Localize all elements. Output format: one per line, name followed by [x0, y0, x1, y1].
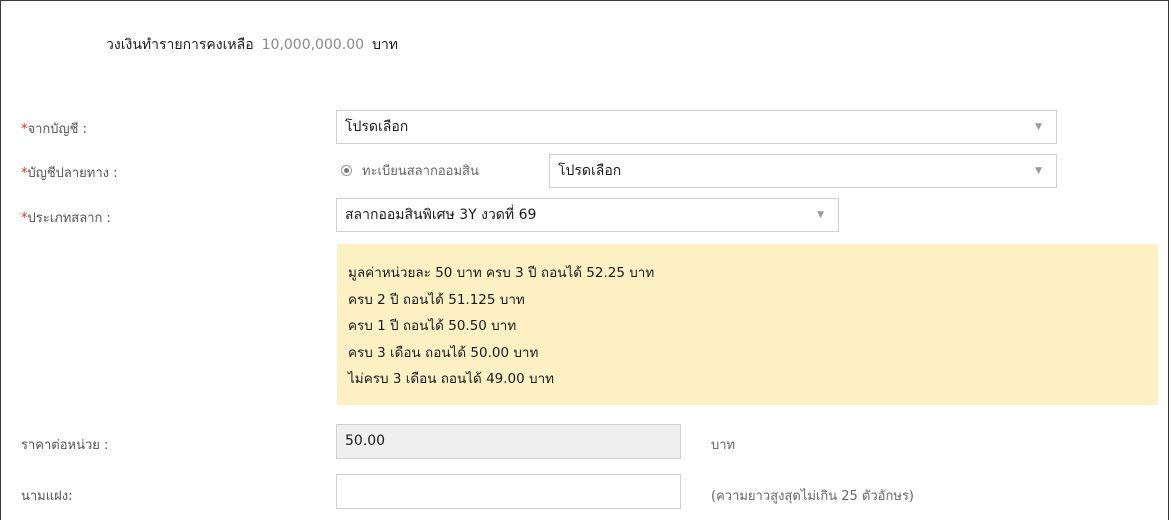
unit-price-value: 50.00: [345, 433, 386, 449]
dest-account-value: โปรดเลือก: [558, 163, 622, 179]
dest-account-label: *บัญชีปลายทาง :: [21, 162, 118, 183]
lottery-type-label-text: ประเภทสลาก :: [27, 211, 111, 226]
lottery-type-value: สลากออมสินพิเศษ 3Y งวดที่ 69: [345, 207, 537, 223]
remaining-limit-amount: 10,000,000.00: [261, 37, 365, 53]
caret-down-icon: ▼: [1035, 166, 1042, 176]
info-line: มูลค่าหน่วยละ 50 บาท ครบ 3 ปี ถอนได้ 52.…: [348, 265, 655, 281]
form-panel: วงเงินทำรายการคงเหลือ 10,000,000.00 บาท *จ…: [0, 0, 1169, 520]
unit-price-field: 50.00: [336, 424, 681, 459]
caret-down-icon: ▼: [817, 210, 824, 220]
from-account-value: โปรดเลือก: [345, 119, 409, 135]
dest-account-label-text: บัญชีปลายทาง :: [27, 166, 118, 181]
nickname-input[interactable]: [336, 474, 681, 509]
info-line: ไม่ครบ 3 เดือน ถอนได้ 49.00 บาท: [348, 371, 555, 387]
from-account-label-text: จากบัญชี :: [27, 122, 87, 137]
unit-price-label: ราคาต่อหน่วย :: [21, 438, 109, 453]
remaining-limit-label: วงเงินทำรายการคงเหลือ: [106, 37, 254, 53]
radio-selected-icon[interactable]: [341, 165, 352, 176]
remaining-limit-unit: บาท: [372, 37, 399, 53]
remaining-limit: วงเงินทำรายการคงเหลือ 10,000,000.00 บาท: [106, 34, 398, 56]
lottery-type-select[interactable]: สลากออมสินพิเศษ 3Y งวดที่ 69 ▼: [336, 198, 839, 232]
dest-radio-label: ทะเบียนสลากออมสิน: [362, 164, 479, 179]
from-account-select[interactable]: โปรดเลือก ▼: [336, 110, 1057, 144]
lottery-type-label: *ประเภทสลาก :: [21, 207, 111, 228]
nickname-label: นามแฝง:: [21, 489, 73, 504]
dest-account-select[interactable]: โปรดเลือก ▼: [549, 154, 1057, 188]
nickname-hint: (ความยาวสูงสุดไม่เกิน 25 ตัวอักษร): [711, 489, 914, 504]
unit-price-unit: บาท: [711, 438, 736, 453]
caret-down-icon: ▼: [1035, 122, 1042, 132]
from-account-label: *จากบัญชี :: [21, 118, 87, 139]
info-line: ครบ 3 เดือน ถอนได้ 50.00 บาท: [348, 344, 539, 361]
dest-radio-option[interactable]: ทะเบียนสลากออมสิน: [341, 160, 479, 181]
lottery-info-box: มูลค่าหน่วยละ 50 บาท ครบ 3 ปี ถอนได้ 52.…: [337, 244, 1158, 405]
info-line: ครบ 2 ปี ถอนได้ 51.125 บาท: [348, 291, 525, 308]
info-line: ครบ 1 ปี ถอนได้ 50.50 บาท: [348, 318, 517, 334]
